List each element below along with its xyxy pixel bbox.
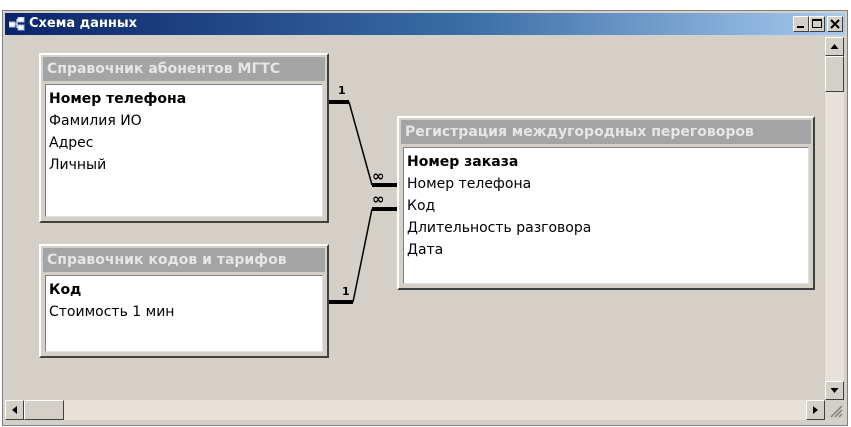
scroll-right-button[interactable] — [806, 400, 825, 420]
schema-canvas[interactable]: 1 ∞ 1 ∞ Справочник абонентов МГТС Номер … — [5, 37, 825, 400]
window-title: Схема данных — [29, 16, 138, 31]
relation-line — [352, 208, 373, 303]
scroll-left-button[interactable] — [5, 400, 24, 420]
field-item[interactable]: Стоимость 1 мин — [49, 301, 322, 323]
relation-one-label: 1 — [338, 84, 346, 97]
relation-many-label: ∞ — [372, 190, 385, 208]
relation-many-label: ∞ — [372, 167, 385, 185]
field-item[interactable]: Длительность разговора — [407, 217, 808, 239]
document-background-strip — [0, 0, 851, 10]
relationship-schema-icon — [9, 17, 25, 31]
field-item[interactable]: Код — [49, 279, 322, 301]
vertical-scroll-thumb[interactable] — [825, 56, 844, 92]
table-codes-tariffs[interactable]: Справочник кодов и тарифов Код Стоимость… — [39, 244, 329, 358]
title-bar[interactable]: Схема данных — [5, 13, 845, 35]
relation-line — [348, 101, 373, 186]
table-title[interactable]: Регистрация междугородных переговоров — [401, 120, 811, 144]
arrow-left-icon — [12, 406, 17, 414]
field-list[interactable]: Номер телефона Фамилия ИО Адрес Личный — [45, 84, 323, 217]
arrow-right-icon — [813, 406, 818, 414]
arrow-down-icon — [830, 388, 839, 393]
minimize-button[interactable] — [793, 16, 809, 32]
scroll-up-button[interactable] — [825, 37, 844, 56]
close-button[interactable] — [827, 16, 843, 32]
field-item[interactable]: Номер телефона — [407, 173, 808, 195]
resize-grip[interactable] — [825, 400, 844, 420]
field-item[interactable]: Код — [407, 195, 808, 217]
relation-codes-to-calls[interactable]: 1 ∞ — [329, 190, 397, 304]
scroll-down-button[interactable] — [825, 381, 844, 400]
maximize-icon — [812, 19, 822, 28]
arrow-up-icon — [830, 44, 839, 49]
field-list[interactable]: Номер заказа Номер телефона Код Длительн… — [403, 147, 809, 284]
table-title[interactable]: Справочник абонентов МГТС — [43, 57, 325, 81]
minimize-icon — [797, 26, 804, 28]
table-title[interactable]: Справочник кодов и тарифов — [43, 248, 325, 272]
horizontal-scroll-thumb[interactable] — [24, 400, 64, 420]
field-item[interactable]: Фамилия ИО — [49, 110, 322, 132]
table-subscribers[interactable]: Справочник абонентов МГТС Номер телефона… — [39, 53, 329, 223]
field-list[interactable]: Код Стоимость 1 мин — [45, 275, 323, 352]
table-call-registration[interactable]: Регистрация междугородных переговоров Но… — [397, 116, 815, 290]
relation-one-label: 1 — [342, 285, 350, 298]
field-item[interactable]: Адрес — [49, 132, 322, 154]
maximize-button[interactable] — [809, 16, 825, 32]
field-item[interactable]: Дата — [407, 239, 808, 261]
close-icon — [830, 19, 840, 29]
schema-window: Схема данных 1 ∞ 1 ∞ Справочник абоненто… — [2, 10, 848, 426]
resize-grip-icon — [830, 405, 843, 418]
relation-subscribers-to-calls[interactable]: 1 ∞ — [329, 84, 397, 187]
field-item[interactable]: Номер телефона — [49, 88, 322, 110]
field-item[interactable]: Личный — [49, 154, 322, 176]
vertical-scrollbar[interactable] — [825, 37, 844, 400]
horizontal-scrollbar[interactable] — [5, 400, 825, 420]
field-item[interactable]: Номер заказа — [407, 151, 808, 173]
